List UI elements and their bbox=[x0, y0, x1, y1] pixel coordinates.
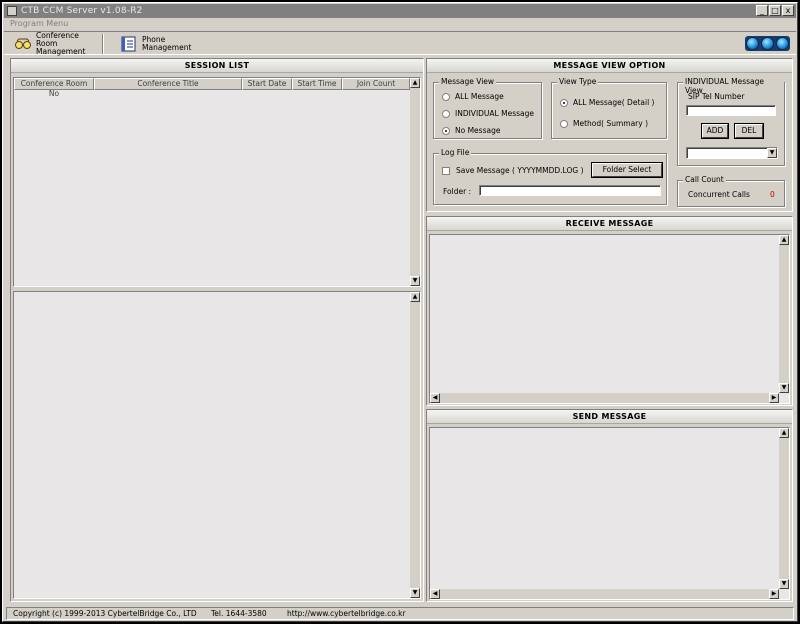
scroll-down-icon[interactable]: ▼ bbox=[779, 579, 789, 589]
conference-label-line1: Conference Room bbox=[36, 31, 79, 48]
message-view-option-title: MESSAGE VIEW OPTION bbox=[427, 59, 792, 73]
call-count-group: Call Count Concurrent Calls 0 bbox=[677, 175, 785, 207]
column-header-start-date[interactable]: Start Date bbox=[242, 78, 292, 90]
del-button[interactable]: DEL bbox=[735, 124, 763, 138]
conference-label-line2: Management bbox=[36, 47, 86, 56]
scroll-up-icon[interactable]: ▲ bbox=[779, 428, 789, 438]
tel-text: Tel. 1644-3580 bbox=[211, 609, 267, 618]
message-view-option-panel: MESSAGE VIEW OPTION Message View ALL Mes… bbox=[426, 58, 793, 212]
session-detail-scrollbar[interactable]: ▲ ▼ bbox=[410, 292, 420, 598]
menu-program[interactable]: Program Menu bbox=[10, 19, 68, 28]
log-file-group: Log File Save Message ( YYYYMMDD.LOG ) F… bbox=[433, 148, 667, 205]
title-bar[interactable]: CTB CCM Server v1.08-R2 _ □ x bbox=[4, 4, 796, 18]
send-vscroll[interactable]: ▲ ▼ bbox=[779, 428, 789, 589]
session-detail-list[interactable]: ▲ ▼ bbox=[13, 291, 421, 599]
column-header-start-time[interactable]: Start Time bbox=[292, 78, 342, 90]
session-list-table[interactable]: Conference Room No Conference Title Star… bbox=[13, 77, 421, 287]
sip-tel-input[interactable] bbox=[686, 105, 776, 116]
folder-select-button[interactable]: Folder Select bbox=[592, 163, 662, 177]
individual-message-view-group: INDIVIDUAL Message View SIP Tel Number A… bbox=[677, 77, 785, 166]
status-orb-icon bbox=[761, 37, 774, 50]
toolbar: Conference Room Management Phone Managem… bbox=[4, 31, 796, 56]
message-view-label: Message View bbox=[439, 77, 497, 86]
radio-no-message[interactable]: No Message bbox=[442, 126, 500, 135]
send-message-title: SEND MESSAGE bbox=[427, 410, 792, 424]
receive-message-title: RECEIVE MESSAGE bbox=[427, 217, 792, 231]
send-message-panel: SEND MESSAGE ▲ ▼ ◀ ▶ bbox=[426, 409, 793, 602]
radio-individual-message[interactable]: INDIVIDUAL Message bbox=[442, 109, 534, 118]
scroll-down-icon[interactable]: ▼ bbox=[410, 588, 420, 598]
main-window: CTB CCM Server v1.08-R2 _ □ x Program Me… bbox=[2, 2, 798, 622]
window-title: CTB CCM Server v1.08-R2 bbox=[21, 6, 143, 16]
app-icon bbox=[7, 6, 17, 16]
folder-path-input[interactable] bbox=[479, 185, 661, 196]
add-button[interactable]: ADD bbox=[702, 124, 728, 138]
radio-all-message-detail[interactable]: ALL Message( Detail ) bbox=[560, 98, 654, 107]
session-list-panel: SESSION LIST Conference Room No Conferen… bbox=[10, 58, 424, 602]
scroll-left-icon[interactable]: ◀ bbox=[430, 393, 440, 403]
scroll-right-icon[interactable]: ▶ bbox=[769, 393, 779, 403]
column-header-room-no[interactable]: Conference Room No bbox=[14, 78, 94, 98]
receive-message-panel: RECEIVE MESSAGE ▲ ▼ ◀ ▶ bbox=[426, 216, 793, 406]
receive-vscroll[interactable]: ▲ ▼ bbox=[779, 235, 789, 393]
message-view-group: Message View ALL Message INDIVIDUAL Mess… bbox=[433, 77, 542, 139]
view-type-label: View Type bbox=[557, 77, 599, 86]
status-bar: Copyright (c) 1999-2013 CybertelBridge C… bbox=[6, 607, 794, 620]
concurrent-calls-label: Concurrent Calls bbox=[688, 190, 750, 199]
send-hscroll[interactable]: ◀ ▶ bbox=[430, 589, 779, 599]
log-file-label: Log File bbox=[439, 148, 472, 157]
scroll-down-icon[interactable]: ▼ bbox=[779, 383, 789, 393]
scroll-right-icon[interactable]: ▶ bbox=[769, 589, 779, 599]
folder-label: Folder : bbox=[443, 187, 472, 196]
scroll-up-icon[interactable]: ▲ bbox=[410, 292, 420, 302]
session-list-title: SESSION LIST bbox=[11, 59, 423, 73]
glasses-icon bbox=[14, 36, 32, 52]
close-button[interactable]: x bbox=[782, 5, 794, 16]
copyright-text: Copyright (c) 1999-2013 CybertelBridge C… bbox=[13, 609, 197, 618]
scroll-left-icon[interactable]: ◀ bbox=[430, 589, 440, 599]
save-message-checkbox[interactable]: Save Message ( YYYYMMDD.LOG ) bbox=[442, 166, 584, 175]
session-list-scrollbar[interactable]: ▲ ▼ bbox=[410, 78, 420, 286]
website-link[interactable]: http://www.cybertelbridge.co.kr bbox=[287, 608, 406, 619]
status-orb-icon bbox=[776, 37, 789, 50]
radio-all-message[interactable]: ALL Message bbox=[442, 92, 504, 101]
send-message-box[interactable]: ▲ ▼ ◀ ▶ bbox=[429, 427, 790, 600]
scroll-up-icon[interactable]: ▲ bbox=[410, 78, 420, 88]
conference-room-management-button[interactable]: Conference Room Management bbox=[14, 31, 100, 56]
menu-bar: Program Menu bbox=[4, 18, 796, 30]
concurrent-calls-value: 0 bbox=[770, 190, 775, 199]
maximize-button[interactable]: □ bbox=[769, 5, 781, 16]
status-orb-icon bbox=[746, 37, 759, 50]
call-count-label: Call Count bbox=[683, 175, 726, 184]
sip-tel-label: SIP Tel Number bbox=[688, 92, 745, 101]
minimize-button[interactable]: _ bbox=[756, 5, 768, 16]
sip-number-select[interactable]: ▼ bbox=[686, 147, 778, 159]
phone-management-button[interactable]: Phone Management bbox=[120, 34, 206, 54]
radio-method-summary[interactable]: Method( Summary ) bbox=[560, 119, 648, 128]
receive-message-box[interactable]: ▲ ▼ ◀ ▶ bbox=[429, 234, 790, 404]
dropdown-arrow-icon[interactable]: ▼ bbox=[767, 148, 777, 158]
column-header-join-count[interactable]: Join Count bbox=[342, 78, 410, 90]
phonebook-icon bbox=[120, 36, 138, 52]
status-indicators bbox=[745, 36, 790, 51]
view-type-group: View Type ALL Message( Detail ) Method( … bbox=[551, 77, 667, 139]
scroll-up-icon[interactable]: ▲ bbox=[779, 235, 789, 245]
receive-hscroll[interactable]: ◀ ▶ bbox=[430, 393, 779, 403]
phone-label-line2: Management bbox=[142, 43, 192, 52]
toolbar-separator bbox=[102, 34, 104, 54]
scroll-down-icon[interactable]: ▼ bbox=[410, 276, 420, 286]
column-header-title[interactable]: Conference Title bbox=[94, 78, 242, 90]
